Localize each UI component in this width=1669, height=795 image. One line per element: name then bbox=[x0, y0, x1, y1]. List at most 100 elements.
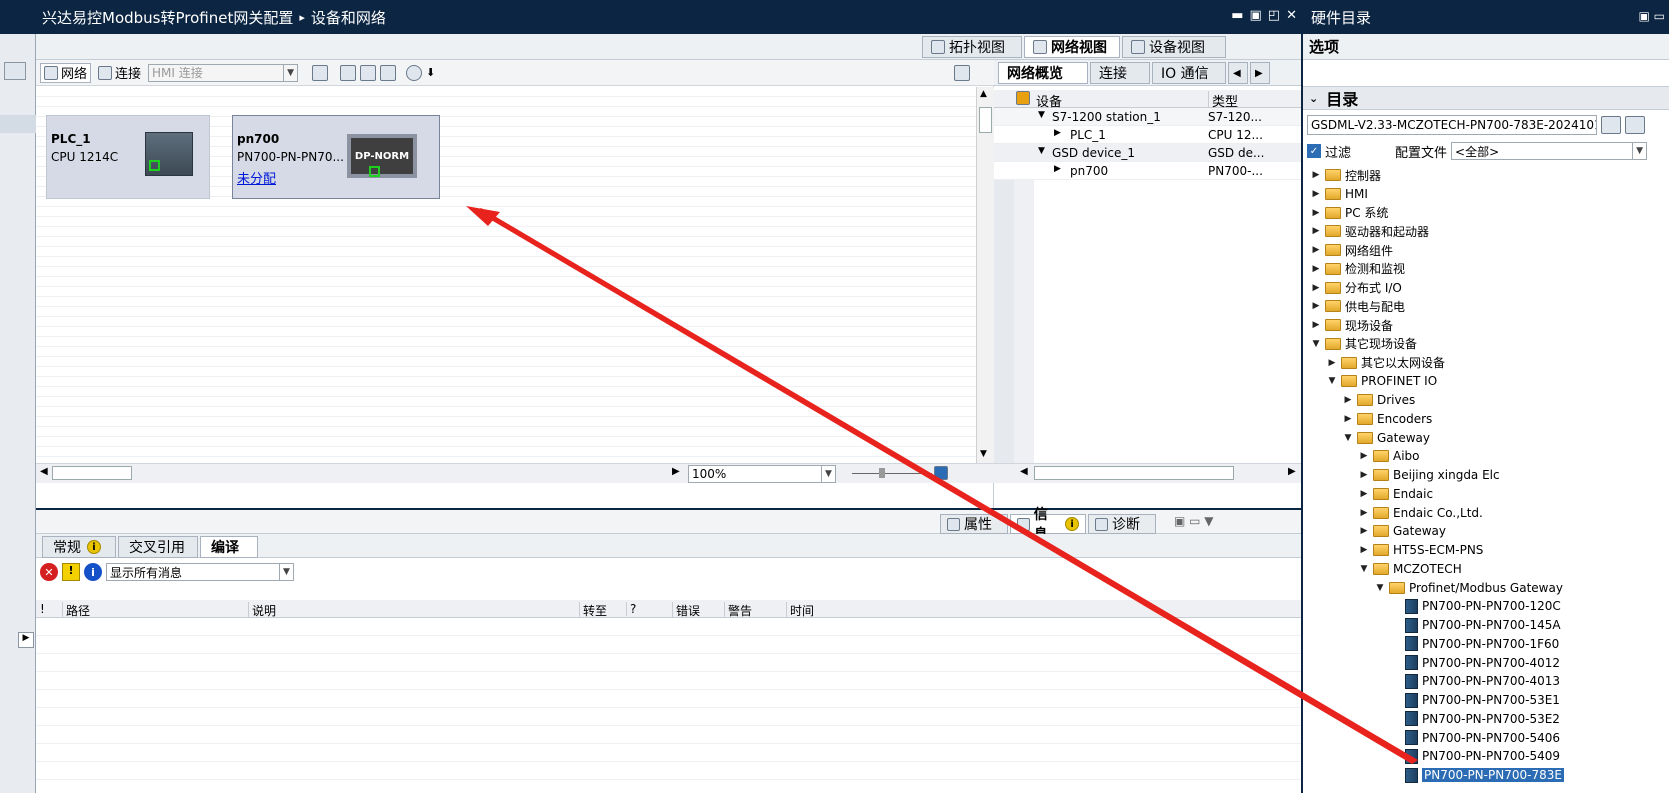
column-path[interactable]: 路径 bbox=[62, 602, 90, 619]
search-up-icon[interactable] bbox=[1625, 116, 1645, 134]
column-goto[interactable]: 转至 bbox=[579, 602, 607, 619]
table-icon[interactable] bbox=[360, 64, 377, 81]
tab-scroll-right-icon[interactable]: ▶ bbox=[1250, 62, 1270, 84]
tab-topology-view[interactable]: 拓扑视图 bbox=[922, 36, 1022, 58]
tab-diagnostics[interactable]: 诊断 bbox=[1088, 514, 1156, 534]
scroll-thumb[interactable] bbox=[979, 107, 992, 133]
collapsed-triangle-icon[interactable]: ▶ bbox=[1311, 283, 1321, 293]
collapsed-triangle-icon[interactable]: ▶ bbox=[1311, 320, 1321, 330]
canvas-vertical-scrollbar[interactable]: ▲ ▼ bbox=[976, 87, 994, 483]
catalog-tree-item[interactable]: ▼ PROFINET IO bbox=[1327, 372, 1438, 390]
zoom-slider[interactable] bbox=[852, 473, 932, 474]
tab-connections[interactable]: 连接 bbox=[1090, 62, 1150, 84]
catalog-tree-item[interactable]: PN700-PN-PN700-1F60 bbox=[1391, 635, 1559, 653]
catalog-tree-item[interactable]: PN700-PN-PN700-4013 bbox=[1391, 672, 1560, 690]
catalog-tree-item[interactable]: ▶ 分布式 I/O bbox=[1311, 279, 1402, 297]
close-icon[interactable]: ✕ bbox=[1286, 8, 1297, 23]
panel-toggle-icon[interactable] bbox=[380, 64, 397, 81]
tab-scroll-left-icon[interactable]: ◀ bbox=[1228, 62, 1248, 84]
filter-checkbox[interactable]: ✓ bbox=[1307, 144, 1321, 158]
zoom-icon[interactable] bbox=[406, 64, 423, 81]
catalog-tree-item[interactable]: PN700-PN-PN700-783E bbox=[1391, 766, 1564, 784]
canvas-horizontal-scrollbar[interactable]: ◀ ▶ 100% ▼ bbox=[36, 463, 994, 483]
message-filter-dropdown[interactable]: 显示所有消息 ▼ bbox=[106, 563, 294, 581]
name-icon[interactable] bbox=[312, 64, 329, 81]
column-severity[interactable]: ! bbox=[40, 602, 45, 616]
hmi-connection-dropdown[interactable]: HMI 连接 ▼ bbox=[148, 63, 299, 82]
scroll-thumb[interactable] bbox=[52, 466, 132, 480]
collapsed-triangle-icon[interactable]: ▶ bbox=[1311, 226, 1321, 236]
catalog-search-input[interactable]: GSDML-V2.33-MCZOTECH-PN700-783E-20241015 bbox=[1307, 115, 1597, 135]
collapsed-triangle-icon[interactable]: ▶ bbox=[1343, 395, 1353, 405]
left-strip-row[interactable] bbox=[0, 115, 36, 133]
catalog-tree-item[interactable]: ▶ 供电与配电 bbox=[1311, 297, 1405, 315]
tab-general[interactable]: 常规 i bbox=[42, 536, 116, 558]
catalog-tree-item[interactable]: PN700-PN-PN700-145A bbox=[1391, 616, 1561, 634]
overview-row[interactable]: ▶ pn700 PN700-... bbox=[994, 162, 1301, 180]
catalog-tree-item[interactable]: PN700-PN-PN700-4012 bbox=[1391, 654, 1560, 672]
column-warnings[interactable]: 警告 bbox=[724, 602, 752, 619]
catalog-tree-item[interactable]: PN700-PN-PN700-53E1 bbox=[1391, 691, 1560, 709]
expanded-triangle-icon[interactable]: ▼ bbox=[1375, 583, 1385, 593]
column-errors[interactable]: 错误 bbox=[672, 602, 700, 619]
overview-horizontal-scrollbar[interactable]: ◀ ▶ bbox=[994, 463, 1301, 483]
tab-network-overview[interactable]: 网络概览 bbox=[998, 62, 1088, 84]
tab-network-view[interactable]: 网络视图 bbox=[1024, 36, 1120, 58]
download-arrow-icon[interactable]: ⬇ bbox=[426, 66, 435, 79]
collapsed-triangle-icon[interactable]: ▶ bbox=[1054, 128, 1061, 138]
catalog-tree-item[interactable]: ▶ Endaic bbox=[1359, 485, 1434, 503]
catalog-tree-item[interactable]: ▶ Gateway bbox=[1359, 522, 1446, 540]
scroll-left-icon[interactable]: ◀ bbox=[1020, 466, 1028, 477]
catalog-tree-item[interactable]: ▶ PC 系统 bbox=[1311, 204, 1389, 222]
overview-toggle-icon[interactable] bbox=[954, 64, 970, 81]
scroll-down-icon[interactable]: ▼ bbox=[980, 449, 987, 459]
collapsed-triangle-icon[interactable]: ▶ bbox=[1359, 545, 1369, 555]
left-strip-scroll-right[interactable]: ▶ bbox=[18, 632, 34, 648]
zoom-dropdown[interactable]: 100% ▼ bbox=[688, 465, 836, 483]
collapsed-triangle-icon[interactable]: ▶ bbox=[1311, 245, 1321, 255]
catalog-tree-item[interactable]: PN700-PN-PN700-53E2 bbox=[1391, 710, 1560, 728]
info-filter-icon[interactable]: i bbox=[84, 563, 102, 581]
options-bar[interactable]: 选项 bbox=[1303, 34, 1669, 60]
panel-restore-icon[interactable]: ▣ ▭ ▼ bbox=[1174, 514, 1214, 528]
column-help[interactable]: ? bbox=[626, 602, 636, 616]
column-description[interactable]: 说明 bbox=[248, 602, 276, 619]
collapsed-triangle-icon[interactable]: ▶ bbox=[1311, 189, 1321, 199]
warning-filter-icon[interactable]: ! bbox=[62, 563, 80, 581]
catalog-tree-item[interactable]: ▶ 检测和监视 bbox=[1311, 260, 1405, 278]
tab-compile[interactable]: 编译 bbox=[200, 536, 258, 558]
collapsed-triangle-icon[interactable]: ▶ bbox=[1359, 451, 1369, 461]
filter-icon[interactable] bbox=[1016, 91, 1030, 105]
collapsed-triangle-icon[interactable]: ▶ bbox=[1054, 164, 1061, 174]
search-down-icon[interactable] bbox=[1601, 116, 1621, 134]
network-button[interactable]: 网络 bbox=[40, 62, 92, 83]
tab-properties[interactable]: 属性 bbox=[940, 514, 1008, 534]
catalog-tree-item[interactable]: PN700-PN-PN700-120C bbox=[1391, 597, 1561, 615]
overview-row[interactable]: ▼ GSD device_1 GSD de... bbox=[994, 144, 1301, 162]
catalog-tree-item[interactable]: ▼ 其它现场设备 bbox=[1311, 335, 1417, 353]
tab-cross-reference[interactable]: 交叉引用 bbox=[118, 536, 198, 558]
profinet-port-icon[interactable] bbox=[149, 160, 160, 171]
catalog-tree-item[interactable]: PN700-PN-PN700-5409 bbox=[1391, 747, 1560, 765]
zoom-slider-handle[interactable] bbox=[879, 468, 885, 478]
left-strip-icon[interactable] bbox=[4, 62, 26, 80]
device-pn700[interactable]: pn700 PN700-PN-PN70... 未分配 DP-NORM bbox=[232, 115, 440, 199]
collapsed-triangle-icon[interactable]: ▶ bbox=[1359, 508, 1369, 518]
scroll-up-icon[interactable]: ▲ bbox=[980, 89, 987, 99]
restore-icon[interactable]: ▣ bbox=[1250, 8, 1262, 23]
scroll-right-icon[interactable]: ▶ bbox=[1288, 466, 1296, 477]
catalog-tree-item[interactable]: ▶ 网络组件 bbox=[1311, 241, 1393, 259]
profile-dropdown[interactable]: <全部> ▼ bbox=[1451, 142, 1648, 160]
collapsed-triangle-icon[interactable]: ▶ bbox=[1327, 358, 1337, 368]
catalog-tree-item[interactable]: ▶ Encoders bbox=[1343, 410, 1433, 428]
expanded-triangle-icon[interactable]: ▼ bbox=[1311, 339, 1321, 349]
collapsed-triangle-icon[interactable]: ▶ bbox=[1343, 414, 1353, 424]
collapsed-triangle-icon[interactable]: ▶ bbox=[1311, 170, 1321, 180]
expanded-triangle-icon[interactable]: ▼ bbox=[1343, 433, 1353, 443]
catalog-tree-item[interactable]: ▶ 其它以太网设备 bbox=[1327, 354, 1445, 372]
expanded-triangle-icon[interactable]: ▼ bbox=[1038, 110, 1045, 120]
overview-row[interactable]: ▶ PLC_1 CPU 12... bbox=[994, 126, 1301, 144]
network-canvas[interactable]: PLC_1 CPU 1214C pn700 PN700-PN-PN70... 未… bbox=[36, 87, 976, 483]
message-table-body[interactable] bbox=[36, 618, 1301, 795]
directory-bar[interactable]: ⌄ 目录 bbox=[1303, 86, 1669, 110]
